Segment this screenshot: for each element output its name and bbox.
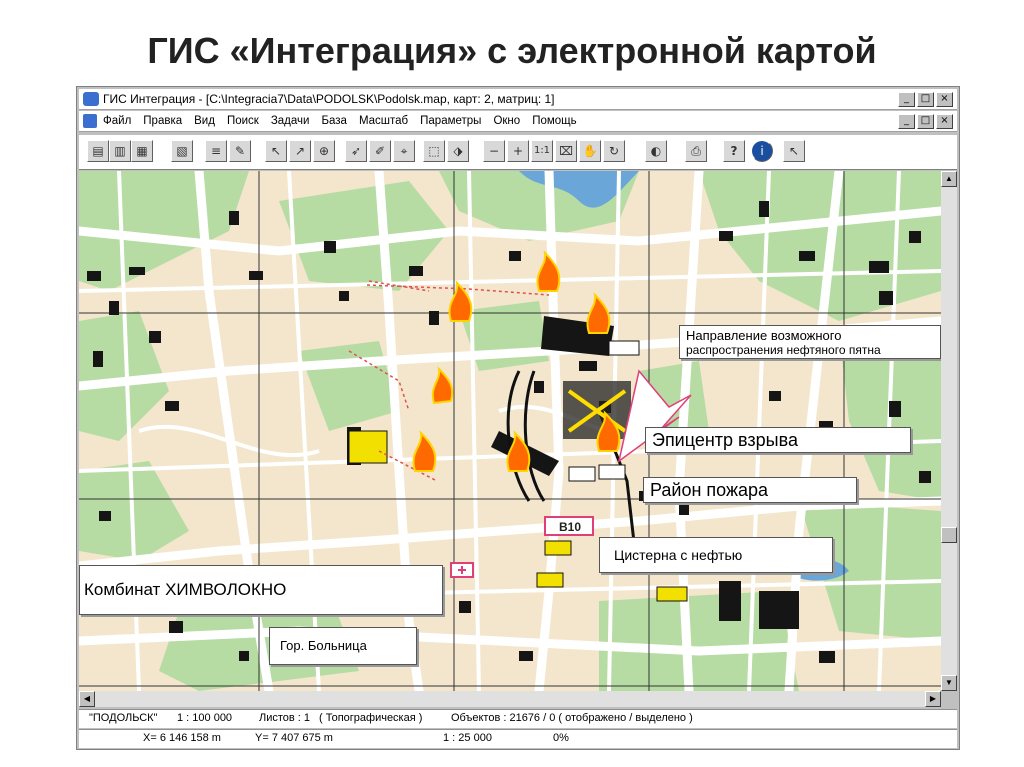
menu-help[interactable]: Помощь	[532, 115, 576, 127]
callout-oil-tank: Цистерна с нефтью	[599, 537, 833, 573]
status-sheets: Листов : 1	[259, 712, 311, 724]
pointer-tool-icon[interactable]: ➶	[345, 140, 367, 162]
app-icon	[83, 92, 99, 106]
pen-tool-icon[interactable]: ✐	[369, 140, 391, 162]
menu-bar: Файл Правка Вид Поиск Задачи База Масшта…	[79, 111, 957, 132]
zoom-window-icon[interactable]: ⌧	[555, 140, 577, 162]
database-icon[interactable]: ≡	[205, 140, 227, 162]
marker-label: В10	[559, 520, 581, 534]
map-view[interactable]: В10 Направление возможного распространен…	[79, 171, 941, 691]
status-bar-map: "ПОДОЛЬСК" 1 : 100 000 Листов : 1 ( Топо…	[79, 709, 957, 728]
help-icon[interactable]: ?	[723, 140, 745, 162]
close-button[interactable]: ×	[936, 92, 953, 107]
info-icon[interactable]: i	[751, 140, 773, 162]
window-titlebar[interactable]: ГИС Интеграция - [C:\Integracia7\Data\PO…	[79, 89, 957, 110]
select-group-icon[interactable]: ⊕	[313, 140, 335, 162]
factory-building	[348, 430, 388, 464]
pan-hand-icon[interactable]: ✋	[579, 140, 601, 162]
vertical-scroll-thumb[interactable]	[941, 527, 957, 543]
menu-search[interactable]: Поиск	[227, 115, 259, 127]
vertical-scrollbar[interactable]: ▲ ▼	[941, 171, 957, 691]
toolbar: ▤ ▥ ▦ ▧ ≡ ✎ ↖ ↗ ⊕ ➶ ✐ ⌖ ⬚ ⬗ − + 1:1 ⌧ ✋ …	[79, 135, 957, 170]
context-help-icon[interactable]: ↖	[783, 140, 805, 162]
status-map-name: "ПОДОЛЬСК"	[89, 712, 158, 724]
slide-title: ГИС «Интеграция» с электронной картой	[147, 30, 877, 71]
status-progress: 0%	[553, 732, 569, 744]
status-y-coord: Y= 7 407 675 m	[255, 732, 333, 744]
refresh-icon[interactable]: ↻	[603, 140, 625, 162]
doc-close-button[interactable]: ×	[936, 114, 953, 129]
scroll-right-arrow-icon[interactable]: ▶	[925, 691, 941, 707]
doc-minimize-button[interactable]: _	[898, 114, 915, 129]
zoom-one-to-one-icon[interactable]: 1:1	[531, 140, 553, 162]
minimize-button[interactable]: _	[898, 92, 915, 107]
status-map-type: ( Топографическая )	[319, 712, 423, 724]
scroll-down-arrow-icon[interactable]: ▼	[941, 675, 957, 691]
rectangle-select-icon[interactable]: ⬚	[423, 140, 445, 162]
status-x-coord: X= 6 146 158 m	[143, 732, 221, 744]
callout-epicenter: Эпицентр взрыва	[645, 427, 911, 453]
menu-file[interactable]: Файл	[103, 115, 131, 127]
select-object-icon[interactable]: ↖	[265, 140, 287, 162]
gis-window: ГИС Интеграция - [C:\Integracia7\Data\PO…	[76, 86, 960, 750]
menu-scale[interactable]: Масштаб	[359, 115, 408, 127]
window-title: ГИС Интеграция - [C:\Integracia7\Data\PO…	[103, 92, 555, 106]
menu-tasks[interactable]: Задачи	[271, 115, 310, 127]
zoom-out-icon[interactable]: −	[483, 140, 505, 162]
status-view-scale: 1 : 25 000	[443, 732, 492, 744]
menu-view[interactable]: Вид	[194, 115, 215, 127]
menu-window[interactable]: Окно	[493, 115, 520, 127]
scroll-up-arrow-icon[interactable]: ▲	[941, 171, 957, 187]
horizontal-scrollbar[interactable]: ◀ ▶	[79, 691, 941, 707]
select-area-icon[interactable]: ⬗	[447, 140, 469, 162]
scroll-left-arrow-icon[interactable]: ◀	[79, 691, 95, 707]
status-objects: Объектов : 21676 / 0 ( отображено / выде…	[451, 712, 693, 724]
callout-hospital: Гор. Больница	[269, 627, 417, 665]
palette-icon[interactable]: ◐	[645, 140, 667, 162]
link-tool-icon[interactable]: ⌖	[393, 140, 415, 162]
copy-map-icon[interactable]: ▥	[109, 140, 131, 162]
select-object-plus-icon[interactable]: ↗	[289, 140, 311, 162]
print-icon[interactable]: ⎙	[685, 140, 707, 162]
new-map-icon[interactable]: ▦	[131, 140, 153, 162]
callout-spill-line2: распространения нефтяного пятна	[686, 343, 881, 357]
menu-database[interactable]: База	[321, 115, 346, 127]
maximize-button[interactable]: □	[917, 92, 934, 107]
document-icon	[83, 114, 97, 128]
callout-spill-direction: Направление возможного распространения н…	[679, 325, 941, 359]
status-scale: 1 : 100 000	[177, 712, 233, 724]
menu-edit[interactable]: Правка	[143, 115, 182, 127]
callout-spill-line1: Направление возможного	[686, 328, 842, 343]
menu-parameters[interactable]: Параметры	[420, 115, 481, 127]
callout-plant: Комбинат ХИМВОЛОКНО	[79, 565, 443, 615]
callout-fire-area: Район пожара	[643, 477, 857, 503]
doc-restore-button[interactable]: □	[917, 114, 934, 129]
status-bar-coordinates: X= 6 146 158 m Y= 7 407 675 m 1 : 25 000…	[79, 729, 957, 748]
layers-icon[interactable]: ▧	[171, 140, 193, 162]
zoom-in-icon[interactable]: +	[507, 140, 529, 162]
open-map-icon[interactable]: ▤	[87, 140, 109, 162]
document-edit-icon[interactable]: ✎	[229, 140, 251, 162]
